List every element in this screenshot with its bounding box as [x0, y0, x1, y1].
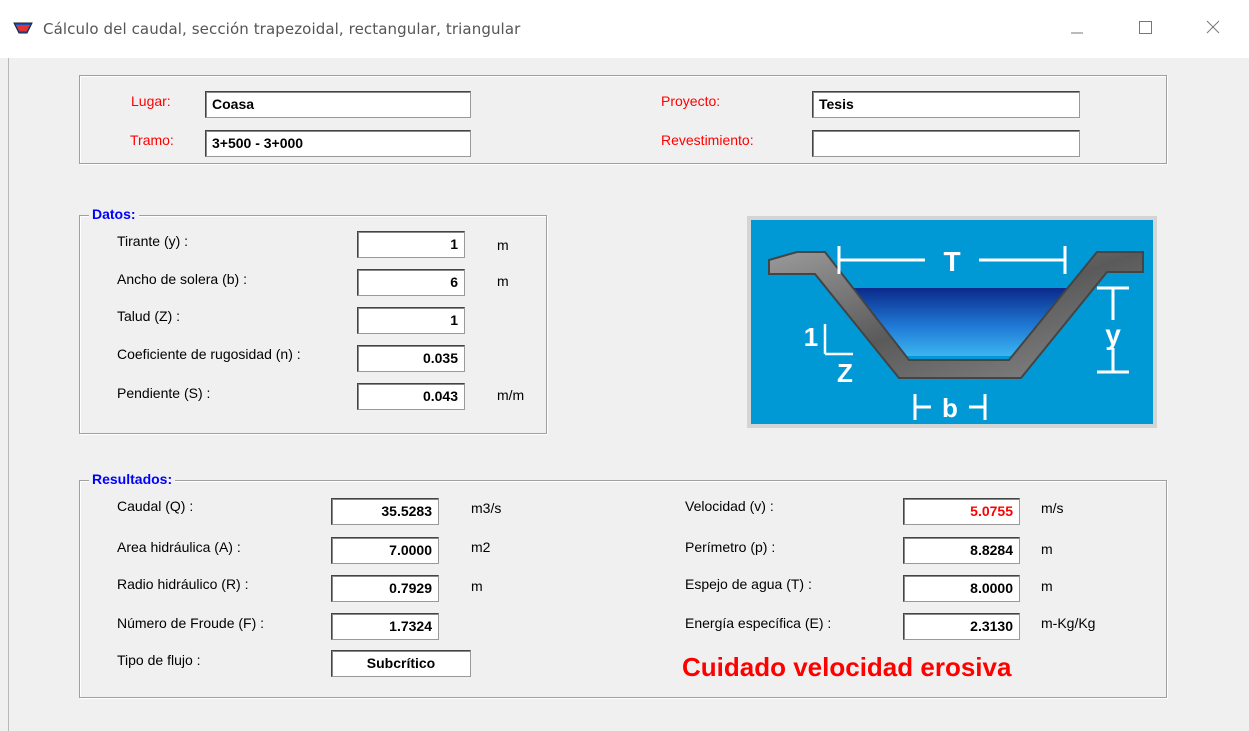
area-hidraulica-field: 7.0000 — [331, 537, 439, 564]
diagram-label-y: y — [1105, 319, 1121, 350]
caudal-field: 35.5283 — [331, 498, 439, 525]
tipo-flujo-label: Tipo de flujo : — [117, 652, 201, 668]
caudal-label: Caudal (Q) : — [117, 498, 194, 514]
diagram-label-T: T — [943, 246, 960, 277]
lugar-field[interactable]: Coasa — [205, 91, 471, 118]
title-bar: Cálculo del caudal, sección trapezoidal,… — [0, 0, 1249, 58]
radio-hidraulico-field: 0.7929 — [331, 575, 439, 602]
application-window: Cálculo del caudal, sección trapezoidal,… — [0, 0, 1249, 731]
energia-especifica-field: 2.3130 — [903, 613, 1020, 640]
app-icon — [13, 22, 33, 34]
perimetro-unit: m — [1041, 541, 1053, 557]
espejo-agua-field: 8.0000 — [903, 575, 1020, 602]
tipo-flujo-field: Subcrítico — [331, 650, 471, 677]
tramo-field[interactable]: 3+500 - 3+000 — [205, 130, 471, 157]
proyecto-field[interactable]: Tesis — [812, 91, 1080, 118]
pendiente-field[interactable]: 0.043 — [357, 383, 465, 410]
tramo-label: Tramo: — [130, 132, 174, 148]
revestimiento-field[interactable] — [812, 130, 1080, 157]
tirante-unit: m — [497, 237, 509, 253]
diagram-label-b: b — [942, 393, 958, 423]
diagram-label-1: 1 — [804, 322, 818, 352]
ancho-solera-label: Ancho de solera (b) : — [117, 271, 247, 287]
ancho-solera-unit: m — [497, 273, 509, 289]
espejo-agua-unit: m — [1041, 578, 1053, 594]
area-hidraulica-unit: m2 — [471, 539, 491, 555]
erosive-velocity-warning: Cuidado velocidad erosiva — [682, 652, 1012, 682]
channel-section-image: T y 1 Z b — [747, 216, 1157, 428]
window-title: Cálculo del caudal, sección trapezoidal,… — [43, 20, 521, 38]
velocidad-label: Velocidad (v) : — [685, 498, 774, 514]
pendiente-unit: m/m — [497, 387, 525, 403]
energia-especifica-unit: m-Kg/Kg — [1041, 615, 1096, 631]
radio-hidraulico-unit: m — [471, 578, 483, 594]
caudal-unit: m3/s — [471, 500, 502, 516]
pendiente-label: Pendiente (S) : — [117, 385, 211, 401]
proyecto-label: Proyecto: — [661, 93, 721, 109]
minimize-icon — [1071, 32, 1083, 34]
diagram-label-Z: Z — [837, 358, 853, 388]
perimetro-field: 8.8284 — [903, 537, 1020, 564]
lugar-label: Lugar: — [131, 93, 171, 109]
maximize-button[interactable] — [1122, 12, 1168, 42]
maximize-icon — [1139, 21, 1152, 34]
rugosidad-label: Coeficiente de rugosidad (n) : — [117, 346, 301, 362]
tirante-field[interactable]: 1 — [357, 231, 465, 258]
espejo-agua-label: Espejo de agua (T) : — [685, 576, 812, 592]
tirante-label: Tirante (y) : — [117, 233, 189, 249]
trapezoidal-section-diagram: T y 1 Z b — [747, 216, 1157, 428]
ancho-solera-field[interactable]: 6 — [357, 269, 465, 296]
minimize-button[interactable] — [1054, 12, 1100, 42]
close-icon — [1206, 20, 1220, 34]
froude-field: 1.7324 — [331, 613, 439, 640]
velocidad-field: 5.0755 — [903, 498, 1020, 525]
talud-label: Talud (Z) : — [117, 308, 181, 324]
close-button[interactable] — [1190, 12, 1236, 42]
rugosidad-field[interactable]: 0.035 — [357, 345, 465, 372]
talud-field[interactable]: 1 — [357, 307, 465, 334]
froude-label: Número de Froude (F) : — [117, 615, 265, 631]
resultados-group-title: Resultados: — [89, 471, 176, 487]
velocidad-unit: m/s — [1041, 500, 1064, 516]
radio-hidraulico-label: Radio hidráulico (R) : — [117, 576, 249, 592]
energia-especifica-label: Energía específica (E) : — [685, 615, 832, 631]
revestimiento-label: Revestimiento: — [661, 132, 754, 148]
area-hidraulica-label: Area hidráulica (A) : — [117, 539, 241, 555]
perimetro-label: Perímetro (p) : — [685, 539, 776, 555]
datos-group-title: Datos: — [89, 206, 139, 222]
